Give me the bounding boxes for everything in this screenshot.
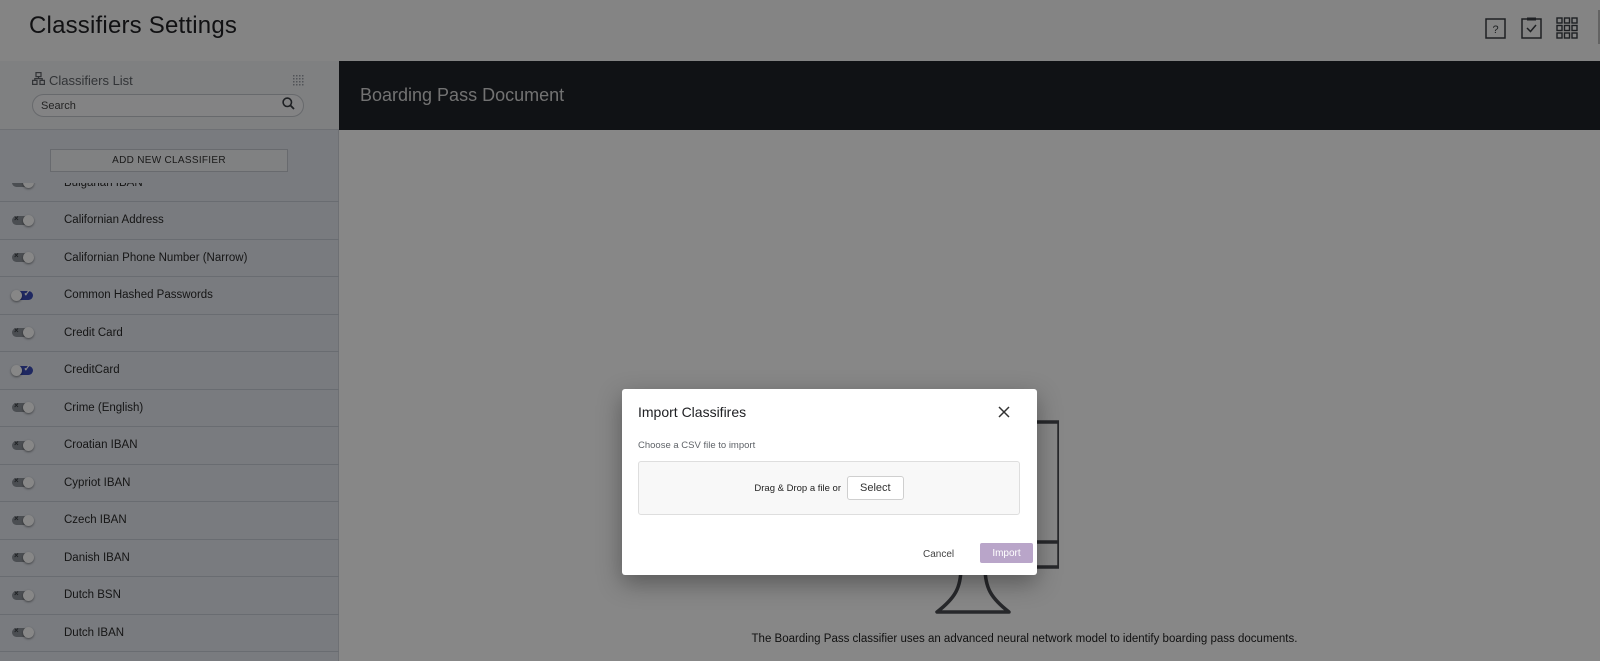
cancel-button[interactable]: Cancel (923, 549, 954, 560)
close-dialog-button[interactable] (995, 403, 1013, 421)
drop-text: Drag & Drop a file or (754, 482, 841, 494)
select-file-button[interactable]: Select (847, 476, 904, 500)
dialog-instructions: Choose a CSV file to import (638, 440, 756, 451)
dialog-title: Import Classifires (638, 404, 747, 420)
file-dropzone[interactable]: Drag & Drop a file or Select (638, 461, 1020, 515)
import-classifiers-dialog: Import Classifires Choose a CSV file to … (622, 389, 1037, 575)
import-button[interactable]: Import (980, 543, 1033, 563)
close-icon (998, 406, 1010, 418)
